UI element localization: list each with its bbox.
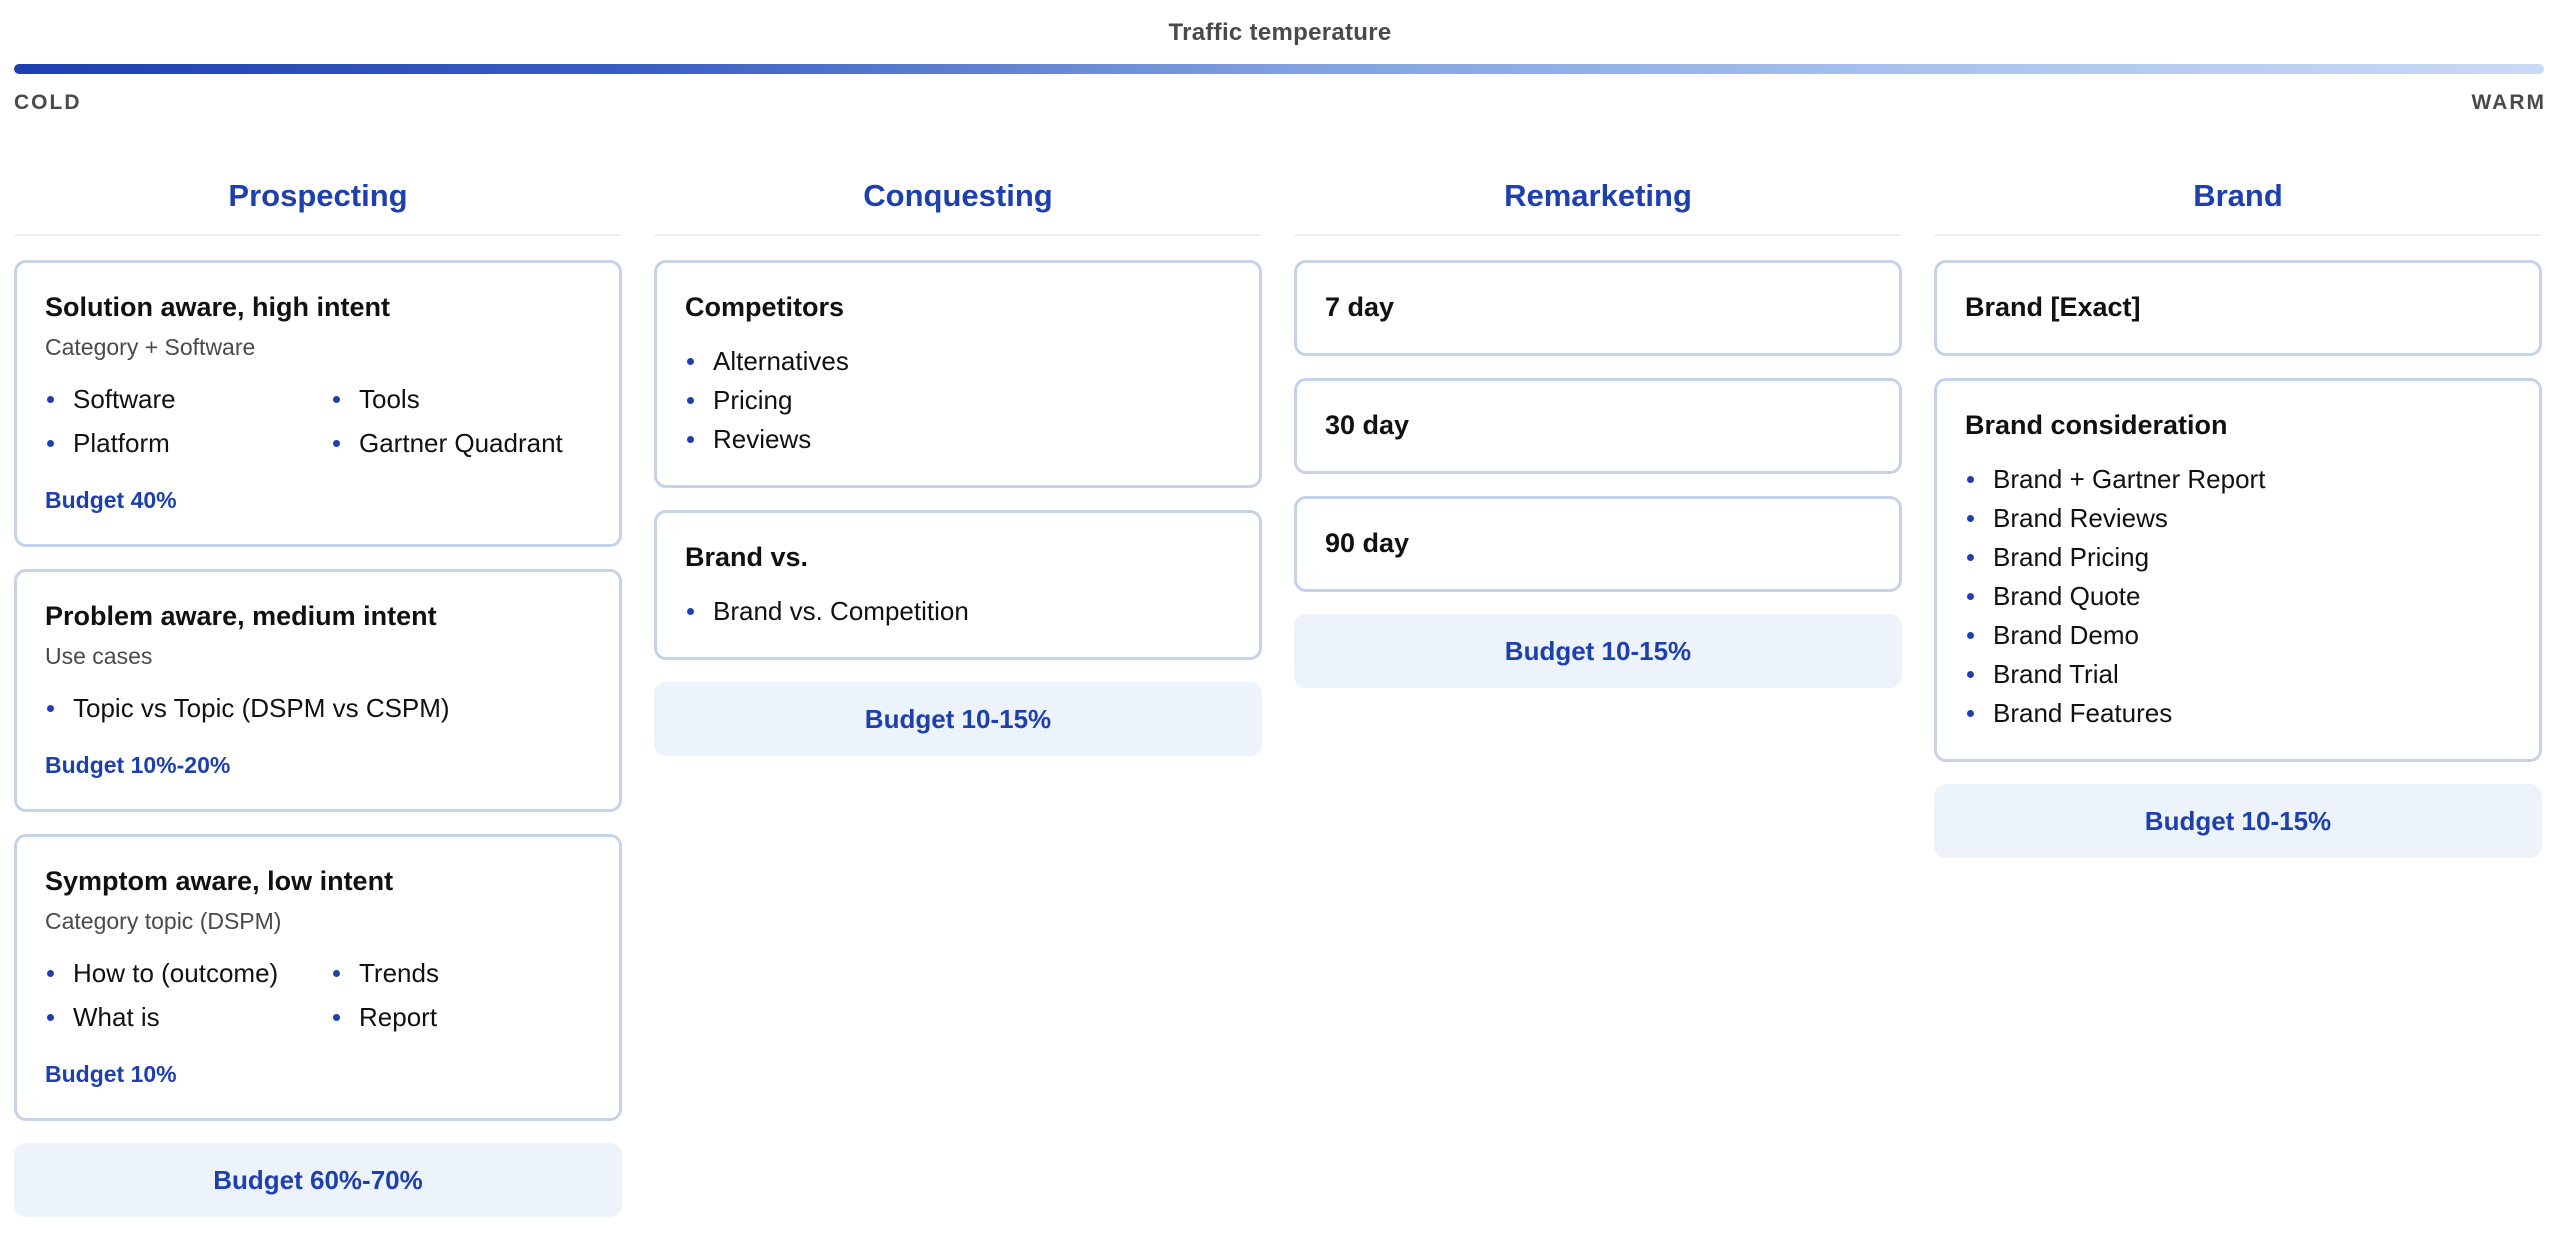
list-item: Topic vs Topic (DSPM vs CSPM) bbox=[45, 692, 591, 724]
column-title: Conquesting bbox=[654, 178, 1262, 236]
column-budget: Budget 10-15% bbox=[1934, 784, 2542, 858]
card-brand-exact: Brand [Exact] bbox=[1934, 260, 2542, 356]
list-item: Reviews bbox=[685, 423, 1231, 455]
list-item: Brand Trial bbox=[1965, 658, 2511, 690]
card-30-day: 30 day bbox=[1294, 378, 1902, 474]
cold-label: COLD bbox=[14, 91, 82, 114]
columns: Prospecting Solution aware, high intent … bbox=[14, 178, 2544, 1217]
keyword-list: Topic vs Topic (DSPM vs CSPM) bbox=[45, 692, 591, 724]
warm-label: WARM bbox=[2471, 91, 2546, 114]
column-title: Brand bbox=[1934, 178, 2542, 236]
list-item: Tools bbox=[331, 383, 591, 415]
card-problem-aware: Problem aware, medium intent Use cases T… bbox=[14, 569, 622, 812]
column-remarketing: Remarketing 7 day 30 day 90 day Budget 1… bbox=[1294, 178, 1902, 1217]
list-item: Gartner Quadrant bbox=[331, 427, 591, 459]
list-item: Brand Pricing bbox=[1965, 541, 2511, 573]
keyword-list: Brand vs. Competition bbox=[685, 595, 1231, 627]
card-brand-consideration: Brand consideration Brand + Gartner Repo… bbox=[1934, 378, 2542, 762]
card-subtitle: Category topic (DSPM) bbox=[45, 908, 282, 934]
card-budget: Budget 10% bbox=[45, 1061, 177, 1087]
card-7-day: 7 day bbox=[1294, 260, 1902, 356]
list-item: Software bbox=[45, 383, 331, 415]
list-item: Platform bbox=[45, 427, 331, 459]
keyword-list: Software Tools Platform Gartner Quadrant bbox=[45, 383, 591, 459]
list-item: Brand Features bbox=[1965, 697, 2511, 729]
list-item: Trends bbox=[331, 957, 591, 989]
card-subtitle: Category + Software bbox=[45, 334, 256, 360]
card-title: 7 day bbox=[1325, 292, 1395, 322]
list-item: Brand vs. Competition bbox=[685, 595, 1231, 627]
card-subtitle: Use cases bbox=[45, 643, 153, 669]
list-item: Pricing bbox=[685, 384, 1231, 416]
list-item: Brand + Gartner Report bbox=[1965, 463, 2511, 495]
list-item: Alternatives bbox=[685, 345, 1231, 377]
card-title: Brand consideration bbox=[1965, 410, 2228, 440]
column-conquesting: Conquesting Competitors Alternatives Pri… bbox=[654, 178, 1262, 1217]
column-brand: Brand Brand [Exact] Brand consideration … bbox=[1934, 178, 2542, 1217]
column-title: Remarketing bbox=[1294, 178, 1902, 236]
card-title: Brand vs. bbox=[685, 542, 809, 572]
card-90-day: 90 day bbox=[1294, 496, 1902, 592]
card-title: Problem aware, medium intent bbox=[45, 601, 437, 631]
card-budget: Budget 10%-20% bbox=[45, 752, 231, 778]
list-item: Report bbox=[331, 1001, 591, 1033]
column-budget: Budget 10-15% bbox=[654, 682, 1262, 756]
page: Traffic temperature COLD WARM Prospectin… bbox=[0, 0, 2560, 1238]
column-prospecting: Prospecting Solution aware, high intent … bbox=[14, 178, 622, 1217]
temperature-gradient-bar bbox=[14, 64, 2544, 74]
column-budget: Budget 60%-70% bbox=[14, 1143, 622, 1217]
card-title: Brand [Exact] bbox=[1965, 292, 2141, 322]
traffic-temperature-title: Traffic temperature bbox=[1168, 19, 1392, 46]
list-item: Brand Reviews bbox=[1965, 502, 2511, 534]
list-item: What is bbox=[45, 1001, 331, 1033]
column-title: Prospecting bbox=[14, 178, 622, 236]
card-symptom-aware: Symptom aware, low intent Category topic… bbox=[14, 834, 622, 1121]
keyword-list: How to (outcome) Trends What is Report bbox=[45, 957, 591, 1033]
card-competitors: Competitors Alternatives Pricing Reviews bbox=[654, 260, 1262, 488]
card-solution-aware: Solution aware, high intent Category + S… bbox=[14, 260, 622, 547]
card-title: Symptom aware, low intent bbox=[45, 866, 394, 896]
list-item: Brand Demo bbox=[1965, 619, 2511, 651]
card-title: 90 day bbox=[1325, 528, 1410, 558]
card-title: 30 day bbox=[1325, 410, 1410, 440]
card-title: Competitors bbox=[685, 292, 845, 322]
keyword-list: Alternatives Pricing Reviews bbox=[685, 345, 1231, 455]
card-budget: Budget 40% bbox=[45, 487, 177, 513]
keyword-list: Brand + Gartner Report Brand Reviews Bra… bbox=[1965, 463, 2511, 729]
list-item: How to (outcome) bbox=[45, 957, 331, 989]
card-title: Solution aware, high intent bbox=[45, 292, 391, 322]
card-brand-vs: Brand vs. Brand vs. Competition bbox=[654, 510, 1262, 660]
column-budget: Budget 10-15% bbox=[1294, 614, 1902, 688]
list-item: Brand Quote bbox=[1965, 580, 2511, 612]
